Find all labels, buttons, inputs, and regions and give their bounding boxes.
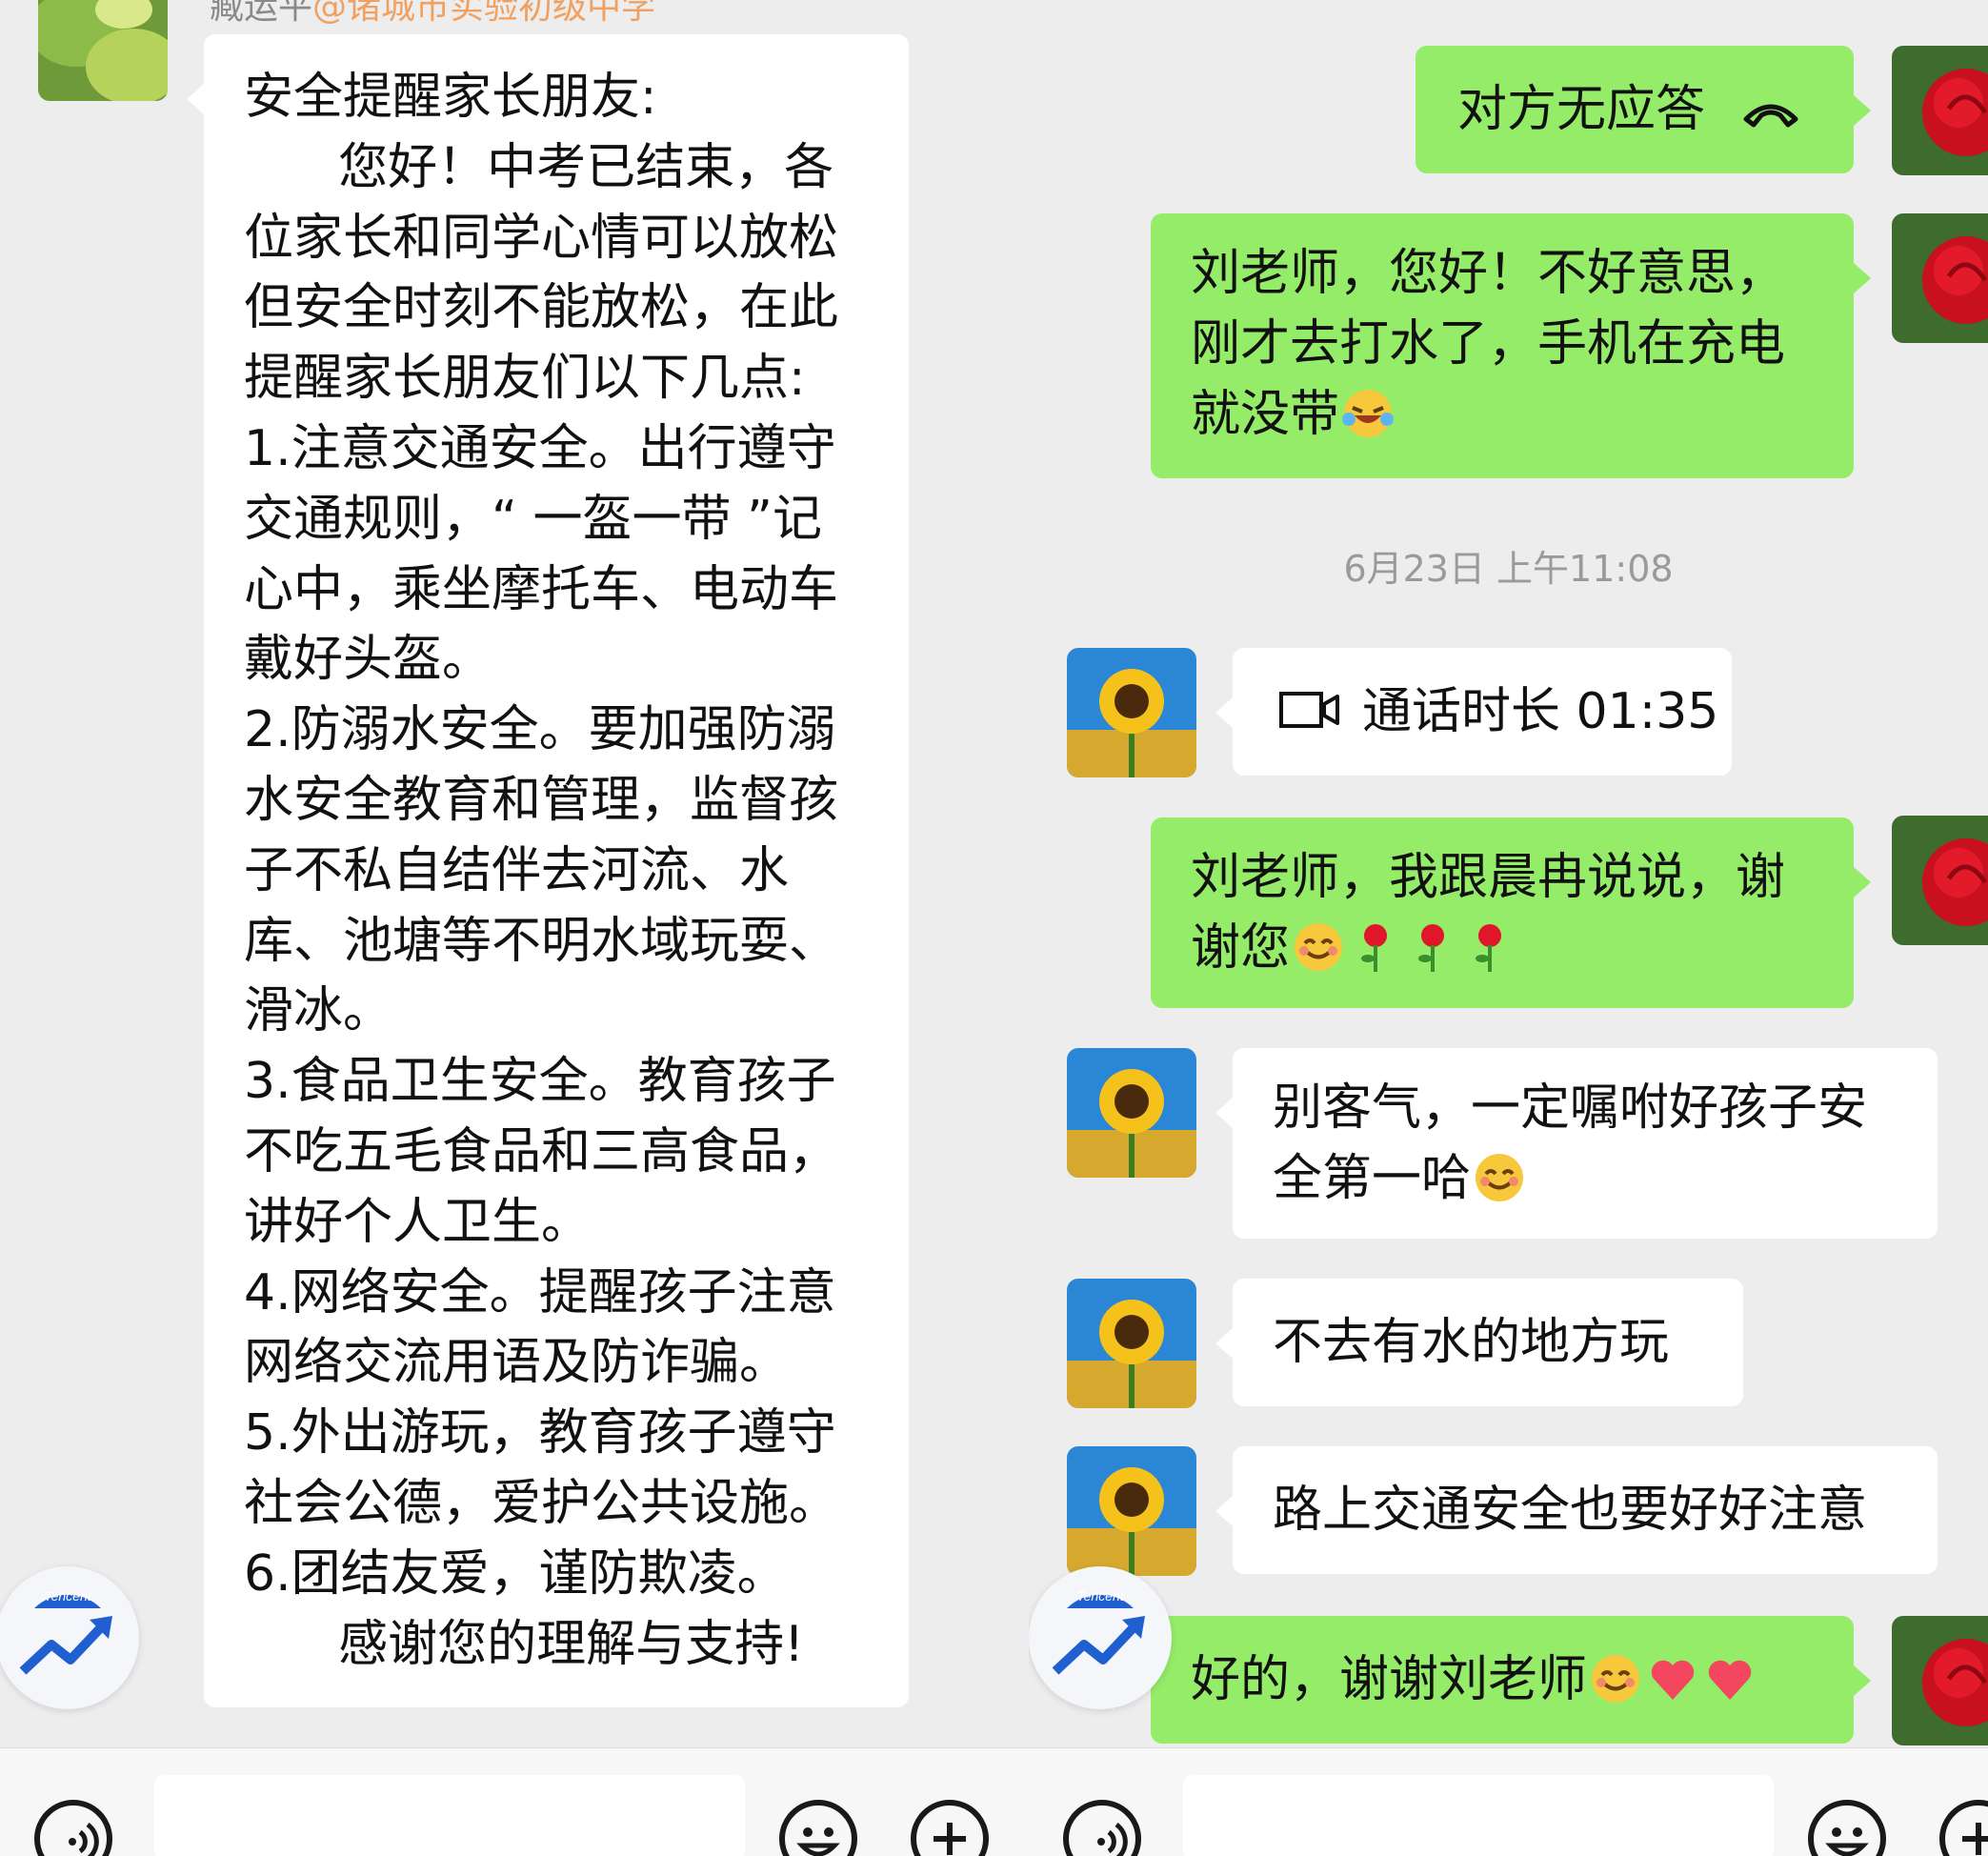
message-line: 4.网络安全。提醒孩子注意 bbox=[244, 1263, 836, 1321]
smile-emoji bbox=[1295, 923, 1343, 971]
rose-emoji bbox=[1476, 924, 1502, 972]
teacher-avatar[interactable] bbox=[1067, 648, 1196, 777]
message-line: 讲好个人卫生。 bbox=[244, 1193, 592, 1251]
emoji-icon[interactable] bbox=[779, 1800, 857, 1856]
message-line: 刘老师，您好！不好意思， bbox=[1191, 245, 1786, 302]
message-line: 5.外出游玩，教育孩子遵守 bbox=[244, 1404, 836, 1463]
message-line: 子不私自结伴去河流、水 bbox=[244, 841, 790, 899]
rose-emoji bbox=[1418, 924, 1445, 972]
heart-emoji bbox=[1651, 1660, 1695, 1700]
self-avatar[interactable] bbox=[1892, 816, 1988, 945]
input-bar bbox=[0, 1747, 1029, 1856]
message-text: 好的，谢谢刘老师 bbox=[1191, 1651, 1588, 1708]
message-line: 别客气，一定嘱咐好孩子安 bbox=[1273, 1079, 1868, 1137]
message-line: 刚才去打水了，手机在充电 bbox=[1191, 315, 1786, 373]
tencent-floating-badge[interactable]: Tencent bbox=[1029, 1566, 1172, 1709]
sender-group: @诸城市实验初级中学 bbox=[312, 0, 656, 27]
reply-bubble-2[interactable]: 刘老师，我跟晨冉说说，谢 谢您 bbox=[1151, 817, 1871, 1008]
no-answer-bubble[interactable]: 对方无应答 bbox=[1416, 46, 1871, 173]
message-text: 路上交通安全也要好好注意 bbox=[1273, 1482, 1868, 1539]
heart-emoji bbox=[1708, 1660, 1752, 1700]
message-line: 交通规则，“ 一盔一带 ”记 bbox=[244, 490, 822, 548]
message-line: 安全提醒家长朋友: bbox=[244, 69, 657, 126]
message-line: 就没带 bbox=[1191, 379, 1854, 450]
self-avatar[interactable] bbox=[1892, 213, 1988, 343]
emoji-icon[interactable] bbox=[1808, 1800, 1886, 1856]
tencent-floating-badge[interactable]: Tencent bbox=[0, 1566, 139, 1709]
message-line: 刘老师，我跟晨冉说说，谢 bbox=[1191, 849, 1786, 906]
message-line: 库、池塘等不明水域玩耍、 bbox=[244, 912, 839, 970]
self-avatar[interactable] bbox=[1892, 46, 1988, 175]
rose-emoji bbox=[1361, 924, 1388, 972]
voice-icon[interactable] bbox=[34, 1800, 112, 1856]
message-line: 2.防溺水安全。要加强防溺 bbox=[244, 701, 836, 759]
message-input[interactable] bbox=[1183, 1775, 1774, 1856]
chat-pane-right: 对方无应答 刘老师，您好！不好意思， 刚才去打水了，手机在充电 就没带 6月23… bbox=[1029, 0, 1988, 1856]
teacher-avatar[interactable] bbox=[1067, 1446, 1196, 1576]
badge-label: Tencent bbox=[44, 1588, 91, 1604]
message-line: 不吃五毛食品和三高食品， bbox=[244, 1122, 839, 1180]
laughing-tears-emoji bbox=[1342, 390, 1395, 437]
message-line: 水安全教育和管理，监督孩 bbox=[244, 771, 839, 829]
reply-bubble-3[interactable]: 好的，谢谢刘老师 bbox=[1151, 1616, 1871, 1744]
video-call-icon bbox=[1278, 679, 1341, 750]
reply-bubble-1[interactable]: 刘老师，您好！不好意思， 刚才去打水了，手机在充电 就没带 bbox=[1151, 213, 1871, 478]
self-avatar[interactable] bbox=[1892, 1616, 1988, 1745]
teacher-message-2[interactable]: 不去有水的地方玩 bbox=[1215, 1279, 1743, 1406]
message-line: 提醒家长朋友们以下几点: bbox=[244, 350, 806, 408]
phone-hangup-icon bbox=[1740, 77, 1801, 148]
message-line: 滑冰。 bbox=[244, 982, 393, 1040]
message-line: 社会公德，爱护公共设施。 bbox=[244, 1474, 839, 1532]
message-line: 6.团结友爱，谨防欺凌。 bbox=[244, 1544, 787, 1603]
teacher-message-3[interactable]: 路上交通安全也要好好注意 bbox=[1215, 1446, 1938, 1574]
timestamp: 6月23日 上午11:08 bbox=[1343, 548, 1674, 590]
message-line: 感谢您的理解与支持! bbox=[244, 1615, 805, 1673]
teacher-avatar[interactable] bbox=[1067, 1048, 1196, 1178]
smile-emoji bbox=[1592, 1655, 1640, 1703]
no-answer-text: 对方无应答 bbox=[1457, 81, 1706, 138]
message-line: 3.食品卫生安全。教育孩子 bbox=[244, 1053, 836, 1111]
sender-avatar[interactable] bbox=[38, 0, 168, 101]
message-line: 谢您 bbox=[1191, 913, 1854, 983]
smile-emoji bbox=[1476, 1154, 1524, 1201]
teacher-avatar[interactable] bbox=[1067, 1279, 1196, 1408]
message-line: 心中，乘坐摩托车、电动车 bbox=[244, 560, 839, 618]
safety-notice-bubble[interactable]: 安全提醒家长朋友: 您好！中考已结束，各 位家长和同学心情可以放松 但安全时刻不… bbox=[187, 34, 909, 1707]
message-line: 全第一哈 bbox=[1273, 1143, 1938, 1214]
sender-label: 臧运平@诸城市实验初级中学 bbox=[210, 0, 655, 29]
message-line: 戴好头盔。 bbox=[244, 631, 492, 689]
input-bar bbox=[1029, 1747, 1988, 1856]
message-line: 但安全时刻不能放松，在此 bbox=[244, 279, 839, 337]
call-duration: 通话时长 01:35 bbox=[1362, 683, 1719, 740]
message-input[interactable] bbox=[154, 1775, 745, 1856]
badge-label: Tencent bbox=[1076, 1588, 1124, 1604]
video-call-bubble[interactable]: 通话时长 01:35 bbox=[1215, 648, 1732, 776]
message-line: 您好！中考已结束，各 bbox=[244, 138, 834, 196]
sender-name: 臧运平 bbox=[210, 0, 313, 27]
plus-icon[interactable] bbox=[1939, 1800, 1988, 1856]
voice-icon[interactable] bbox=[1063, 1800, 1141, 1856]
chat-pane-left: 臧运平@诸城市实验初级中学 安全提醒家长朋友: 您好！中考已结束，各 位家长和同… bbox=[0, 0, 1029, 1856]
message-line: 位家长和同学心情可以放松 bbox=[244, 209, 839, 267]
message-text: 不去有水的地方玩 bbox=[1273, 1314, 1670, 1371]
teacher-message-1[interactable]: 别客气，一定嘱咐好孩子安 全第一哈 bbox=[1215, 1048, 1938, 1239]
message-line: 网络交流用语及防诈骗。 bbox=[244, 1334, 790, 1392]
plus-icon[interactable] bbox=[911, 1800, 989, 1856]
message-line: 1.注意交通安全。出行遵守 bbox=[244, 419, 836, 477]
